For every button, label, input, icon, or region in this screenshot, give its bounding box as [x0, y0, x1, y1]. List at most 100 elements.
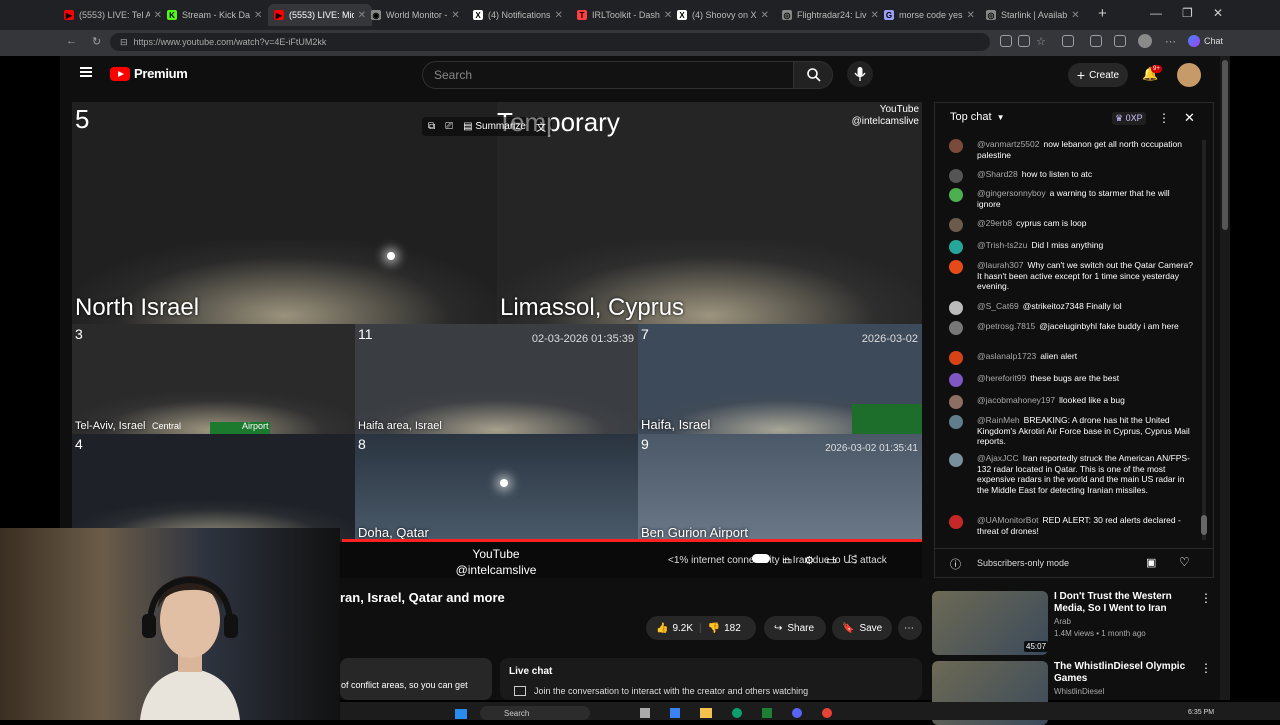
autoplay-toggle[interactable] [752, 554, 770, 563]
browser-tab[interactable]: ◉ World Monitor - ✕ [371, 4, 469, 26]
windows-start-icon[interactable] [455, 709, 467, 719]
minimize-icon[interactable]: — [1150, 6, 1162, 20]
chat-avatar[interactable] [949, 321, 963, 335]
search-button[interactable] [793, 61, 833, 89]
miniplayer-icon[interactable]: ⧉ [428, 121, 435, 132]
chat-avatar[interactable] [949, 260, 963, 274]
chat-author[interactable]: @aslanalp1723 [977, 351, 1036, 361]
voice-search-button[interactable] [847, 61, 873, 87]
fullscreen-icon[interactable]: ⛶ [849, 554, 857, 567]
chat-scrollbar[interactable] [1202, 140, 1206, 540]
profile-avatar[interactable] [1138, 34, 1152, 48]
recommended-title[interactable]: I Don't Trust the Western Media, So I We… [1054, 591, 1194, 615]
taskbar-clock[interactable]: 6:35 PM [1188, 709, 1214, 716]
extension-icon[interactable] [1090, 35, 1102, 47]
recommended-title[interactable]: The WhistlinDiesel Olympic Games [1054, 661, 1194, 685]
chat-author[interactable]: @hereforit99 [977, 373, 1026, 383]
recommended-video[interactable]: 45:07 I Don't Trust the Western Media, So… [932, 591, 1212, 655]
chat-author[interactable]: @S_Cat69 [977, 301, 1019, 311]
taskbar-app-icon[interactable] [640, 708, 650, 718]
close-tab-icon[interactable]: ✕ [761, 10, 769, 21]
taskbar-app-icon[interactable] [792, 708, 802, 718]
reload-icon[interactable]: ↻ [92, 35, 101, 48]
close-tab-icon[interactable]: ✕ [254, 10, 262, 21]
subtitles-icon[interactable]: ▭ [782, 554, 792, 567]
close-tab-icon[interactable]: ✕ [154, 10, 162, 21]
theater-mode-icon[interactable]: ▭ [826, 554, 836, 567]
save-button[interactable]: 🔖 Save [832, 616, 892, 640]
recommendation-more-icon[interactable]: ⋮ [1200, 661, 1212, 675]
taskbar-app-icon[interactable] [762, 708, 772, 718]
translate-icon[interactable]: 文 [536, 119, 546, 134]
chat-mode-dropdown[interactable]: Top chat ▼ [950, 111, 1005, 123]
youtube-premium-label[interactable]: Premium [134, 66, 188, 81]
maximize-icon[interactable]: ❐ [1182, 6, 1193, 20]
settings-gear-icon[interactable]: ⚙ [804, 554, 814, 567]
bookmark-star-icon[interactable]: ☆ [1036, 35, 1046, 48]
chat-avatar[interactable] [949, 139, 963, 153]
summarize-button[interactable]: ▤ Summarize [463, 121, 526, 132]
close-tab-icon[interactable]: ✕ [451, 10, 459, 21]
chat-avatar[interactable] [949, 373, 963, 387]
more-actions-button[interactable]: ⋯ [898, 616, 922, 640]
xp-badge[interactable]: ♛ 0XP [1112, 112, 1146, 125]
browser-tab[interactable]: T IRLToolkit - Dash ✕ [577, 4, 675, 26]
chat-gift-icon[interactable]: ▣ [1146, 556, 1156, 569]
browser-tab[interactable]: ▶ (5553) LIVE: Mid ✕ [268, 4, 372, 26]
share-button[interactable]: ↪ Share [764, 616, 826, 640]
hamburger-menu-icon[interactable] [80, 67, 92, 69]
extension-icon[interactable] [1000, 35, 1012, 47]
browser-tab[interactable]: X (4) Shoovy on X ✕ [677, 4, 775, 26]
chat-avatar[interactable] [949, 301, 963, 315]
chat-author[interactable]: @jacobmahoney197 [977, 395, 1055, 405]
chat-author[interactable]: @Trish-ts2zu [977, 240, 1027, 250]
chat-author[interactable]: @vanmartz5502 [977, 139, 1040, 149]
taskbar-app-icon[interactable] [670, 708, 680, 718]
folder-icon[interactable] [700, 708, 712, 718]
chat-avatar[interactable] [949, 240, 963, 254]
browser-tab[interactable]: ▶ (5553) LIVE: Tel A ✕ [64, 4, 162, 26]
close-tab-icon[interactable]: ✕ [555, 10, 563, 21]
chat-author[interactable]: @petrosg.7815 [977, 321, 1035, 331]
recommendation-more-icon[interactable]: ⋮ [1200, 591, 1212, 605]
chat-avatar[interactable] [949, 169, 963, 183]
browser-tab[interactable]: ◎ Flightradar24: Liv ✕ [782, 4, 880, 26]
chat-author[interactable]: @29erb8 [977, 218, 1012, 228]
taskbar-search[interactable]: Search [480, 706, 590, 720]
browser-tab[interactable]: Gmorse code yes ✕ [884, 4, 982, 26]
recommended-channel[interactable]: Arab [1054, 617, 1071, 626]
chrome-icon[interactable] [822, 708, 832, 718]
site-info-icon[interactable]: ⊟ [120, 37, 128, 48]
more-menu-icon[interactable]: ⋯ [1165, 35, 1176, 48]
close-chat-icon[interactable]: ✕ [1184, 110, 1195, 126]
browser-tab[interactable]: ◎ Starlink | Availab ✕ [986, 4, 1084, 26]
recommended-channel[interactable]: WhistlinDiesel [1054, 687, 1104, 696]
thumbs-down-icon[interactable]: 👎 [708, 623, 720, 634]
chat-avatar[interactable] [949, 188, 963, 202]
chat-avatar[interactable] [949, 218, 963, 232]
close-tab-icon[interactable]: ✕ [358, 10, 366, 21]
chat-avatar[interactable] [949, 351, 963, 365]
heart-icon[interactable]: ♡ [1179, 555, 1190, 569]
back-icon[interactable]: ← [66, 35, 77, 47]
new-tab-icon[interactable]: + [1098, 5, 1107, 22]
dislike-count[interactable]: 182 [724, 623, 741, 634]
page-scrollbar-thumb[interactable] [1222, 60, 1228, 230]
chat-author[interactable]: @UAMonitorBot [977, 515, 1039, 525]
youtube-logo-icon[interactable] [110, 67, 130, 81]
taskbar-app-icon[interactable] [732, 708, 742, 718]
chat-author[interactable]: @Shard28 [977, 169, 1018, 179]
info-icon[interactable]: ⓘ [950, 556, 961, 572]
chat-author[interactable]: @laurah307 [977, 260, 1023, 270]
close-tab-icon[interactable]: ✕ [1071, 10, 1079, 21]
description-box[interactable]: of conflict areas, so you can get [340, 658, 492, 700]
create-button[interactable]: + Create [1068, 63, 1128, 87]
video-player[interactable]: 5 North Israel Temporary YouTube @intelc… [72, 102, 922, 578]
chat-avatar[interactable] [949, 453, 963, 467]
cast-icon[interactable]: ⎚ [445, 121, 453, 132]
extension-icon[interactable] [1114, 35, 1126, 47]
close-window-icon[interactable]: ✕ [1213, 6, 1223, 20]
address-bar[interactable]: ⊟ https://www.youtube.com/watch?v=4E-iFt… [110, 33, 990, 51]
like-count[interactable]: 9.2K [672, 623, 693, 634]
chat-avatar[interactable] [949, 515, 963, 529]
